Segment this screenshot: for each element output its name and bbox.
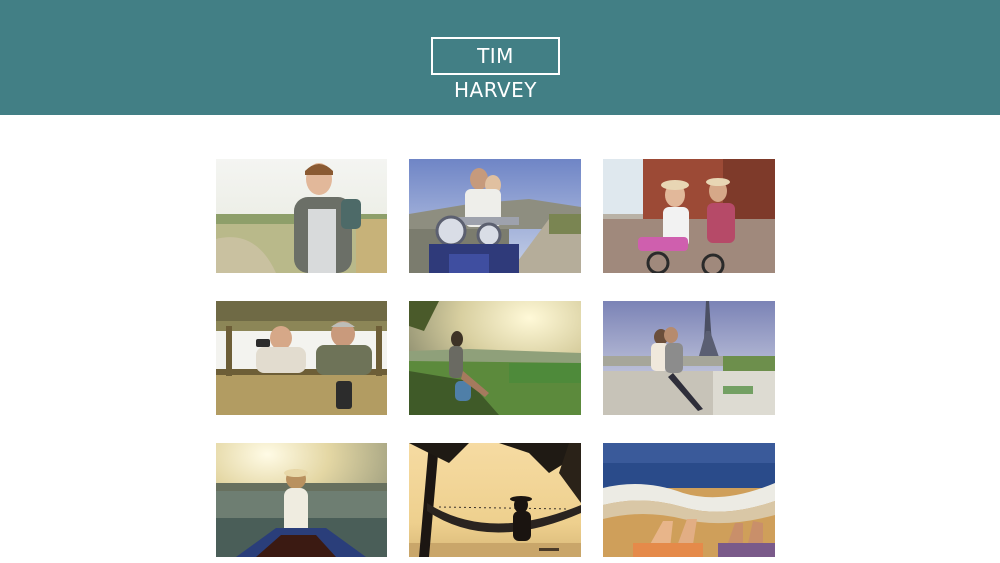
photo-woman-hilltop-view[interactable] bbox=[409, 301, 581, 415]
photo-beach-feet-waves[interactable] bbox=[603, 443, 775, 557]
site-logo[interactable]: TIM HARVEY bbox=[431, 37, 560, 102]
photo-motorcycle-couple[interactable] bbox=[409, 159, 581, 273]
photo-boat-sunset[interactable] bbox=[216, 443, 387, 557]
photo-bicycle-couple[interactable] bbox=[603, 159, 775, 273]
photo-hiker-young-man[interactable] bbox=[216, 159, 387, 273]
photo-paris-eiffel-couple[interactable] bbox=[603, 301, 775, 415]
site-header: TIM HARVEY bbox=[0, 0, 1000, 115]
photo-safari-binoculars[interactable] bbox=[216, 301, 387, 415]
photo-hammock-sunset[interactable] bbox=[409, 443, 581, 557]
photo-gallery bbox=[216, 159, 776, 557]
